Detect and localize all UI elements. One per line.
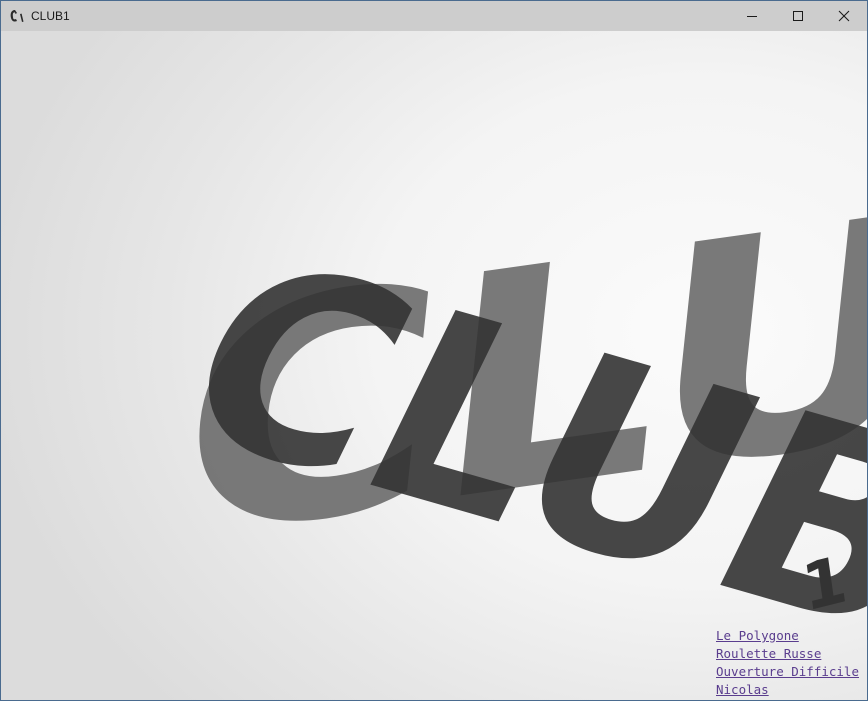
club1-app-icon — [10, 10, 24, 22]
minimize-icon — [747, 16, 757, 17]
link-roulette-russe[interactable]: Roulette Russe — [716, 645, 859, 663]
close-icon — [838, 10, 850, 22]
link-le-polygone[interactable]: Le Polygone — [716, 627, 859, 645]
maximize-icon — [793, 11, 803, 21]
close-button[interactable] — [821, 1, 867, 31]
club1-logo: CLUB CLUB 1 — [138, 109, 867, 690]
title-bar[interactable]: CLUB1 — [1, 1, 867, 31]
window-title: CLUB1 — [31, 9, 70, 23]
link-ouverture-difficile[interactable]: Ouverture Difficile — [716, 663, 859, 681]
minimize-button[interactable] — [729, 1, 775, 31]
link-list: Le Polygone Roulette Russe Ouverture Dif… — [716, 627, 859, 699]
main-content: CLUB CLUB 1 Le Polygone Roulette Russe O… — [1, 31, 867, 700]
link-nicolas[interactable]: Nicolas — [716, 681, 859, 699]
maximize-button[interactable] — [775, 1, 821, 31]
app-window: CLUB1 CLUB CLUB 1 Le Polygone Roulette R… — [0, 0, 868, 701]
